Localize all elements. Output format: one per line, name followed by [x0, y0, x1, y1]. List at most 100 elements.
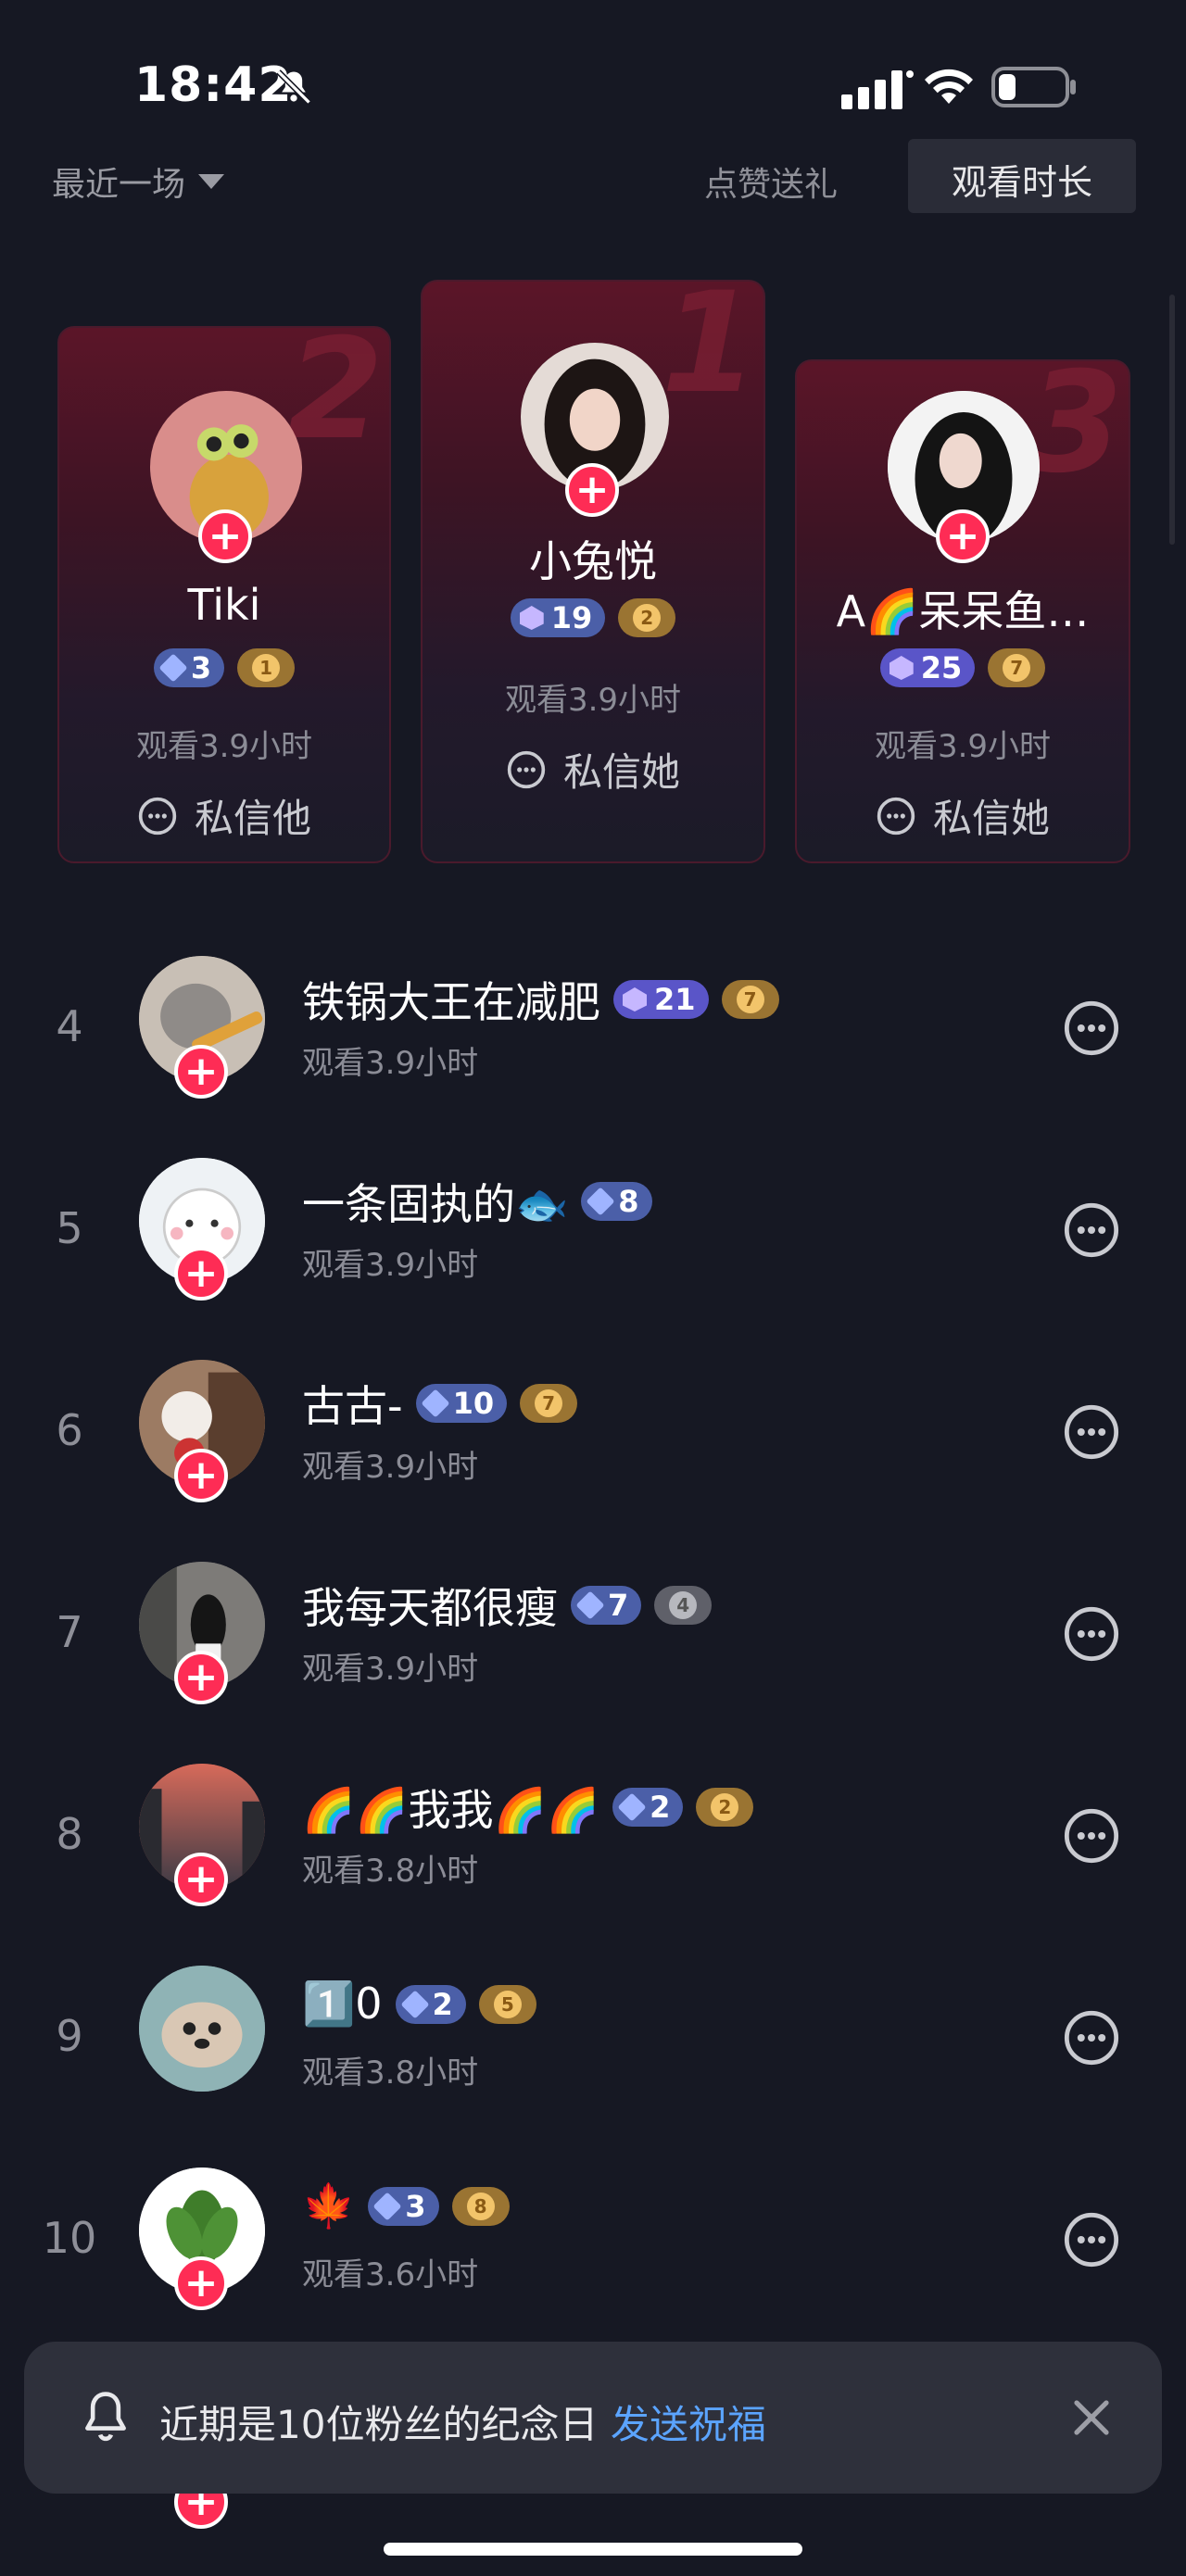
heart-icon: 7 [1003, 654, 1031, 682]
fan-badge: 5 [478, 1984, 536, 2024]
cellular-signal-icon [841, 70, 914, 109]
heart-icon: 7 [535, 1389, 563, 1417]
list-item[interactable]: 9 1️⃣0 2 5 观看3.8小时 [0, 1943, 1186, 2129]
chat-bubble-icon[interactable] [1062, 1200, 1121, 1260]
wifi-icon [925, 69, 973, 104]
dm-button[interactable]: 私信他 [59, 787, 389, 844]
follow-plus-icon[interactable]: + [174, 1651, 228, 1704]
level-badge: 25 [879, 648, 976, 687]
dm-label: 私信他 [194, 796, 311, 841]
follow-plus-icon[interactable]: + [174, 1045, 228, 1099]
heart-icon: 7 [736, 986, 764, 1013]
rank-number: 3 [1026, 359, 1123, 504]
range-dropdown[interactable]: 最近一场 [52, 157, 225, 206]
heart-icon: 4 [669, 1591, 698, 1619]
user-name: Tiki [187, 580, 261, 630]
level-badge: 21 [613, 980, 709, 1019]
level-badge: 8 [581, 1182, 652, 1221]
user-name: 🍁 [302, 2180, 356, 2230]
user-name: 古古- [302, 1381, 403, 1431]
list-item[interactable]: 10 + 🍁 3 8 观看3.6小时 [0, 2145, 1186, 2331]
list-item[interactable]: 5 + 一条固执的🐟 8 观看3.9小时 [0, 1136, 1186, 1321]
fan-badge: 7 [721, 980, 779, 1019]
watch-time: 观看3.9小时 [504, 682, 682, 719]
level-badge: 7 [571, 1586, 642, 1625]
list-item[interactable]: 6 + 古古- 10 7 观看3.9小时 [0, 1338, 1186, 1523]
watch-time: 观看3.6小时 [302, 2256, 479, 2293]
gem-icon [519, 606, 544, 630]
gem-icon [889, 656, 914, 680]
rank-number: 7 [56, 1607, 83, 1657]
rank-number: 1 [661, 280, 758, 424]
home-indicator[interactable] [384, 2543, 802, 2556]
rank-number: 4 [56, 1001, 83, 1051]
range-label: 最近一场 [52, 166, 186, 204]
follow-plus-icon[interactable]: + [174, 1853, 228, 1906]
chat-bubble-icon [138, 797, 177, 835]
dm-label: 私信她 [932, 796, 1050, 841]
user-name: A🌈呆呆鱼… [836, 586, 1090, 636]
follow-plus-icon[interactable]: + [936, 509, 990, 563]
level-badge: 3 [153, 648, 225, 687]
badge-group: 19 2 [423, 598, 763, 637]
scrollbar[interactable] [1169, 295, 1175, 545]
close-icon[interactable] [1069, 2395, 1114, 2440]
dm-button[interactable]: 私信她 [423, 741, 763, 798]
podium-card-1[interactable]: 1 + 小兔悦 19 2 观看3.9小时 私信她 [421, 280, 765, 863]
bell-slash-icon [276, 69, 311, 105]
rank-number: 8 [56, 1809, 83, 1859]
tab-likes-gifts[interactable]: 点赞送礼 [704, 157, 838, 206]
gem-icon [623, 987, 647, 1012]
chat-bubble-icon [877, 797, 915, 835]
dm-button[interactable]: 私信她 [797, 787, 1129, 844]
rank-number: 9 [56, 2011, 83, 2061]
podium-card-2[interactable]: 2 + Tiki 3 1 观看3.9小时 私信他 [57, 326, 391, 863]
level-badge: 2 [395, 1984, 466, 2024]
toast-message: 近期是10位粉丝的纪念日 [159, 2402, 599, 2447]
status-time: 18:42 [134, 57, 293, 113]
fan-badge: 2 [618, 598, 676, 637]
follow-plus-icon[interactable]: + [174, 1247, 228, 1301]
follow-plus-icon[interactable]: + [198, 509, 252, 563]
list-item[interactable]: 4 + 铁锅大王在减肥 21 7 观看3.9小时 [0, 934, 1186, 1119]
rank-number: 6 [56, 1405, 83, 1455]
watch-time: 观看3.9小时 [302, 1045, 479, 1082]
chat-bubble-icon[interactable] [1062, 999, 1121, 1058]
avatar[interactable] [139, 1966, 265, 2092]
diamond-icon [575, 1590, 605, 1620]
watch-time: 观看3.9小时 [874, 728, 1052, 765]
heart-icon: 8 [466, 2192, 495, 2220]
battery-icon [991, 67, 1076, 107]
list-item[interactable]: 8 + 🌈🌈我我🌈🌈 2 2 观看3.8小时 [0, 1741, 1186, 1927]
level-badge: 3 [368, 2186, 439, 2226]
diamond-icon [421, 1389, 450, 1418]
user-name: 1️⃣0 [302, 1979, 383, 2029]
chat-bubble-icon[interactable] [1062, 2210, 1121, 2269]
diamond-icon [617, 1792, 647, 1822]
list-item[interactable]: 7 + 我每天都很瘦 7 4 观看3.9小时 [0, 1539, 1186, 1725]
follow-plus-icon[interactable]: + [565, 463, 619, 517]
chat-bubble-icon [507, 750, 546, 788]
send-wishes-link[interactable]: 发送祝福 [611, 2402, 766, 2447]
watch-time: 观看3.8小时 [302, 2055, 479, 2092]
follow-plus-icon[interactable]: + [174, 2256, 228, 2310]
chat-bubble-icon[interactable] [1062, 1806, 1121, 1866]
tab-watch-time[interactable]: 观看时长 [908, 139, 1136, 213]
user-name: 一条固执的🐟 [302, 1179, 569, 1229]
podium-card-3[interactable]: 3 + A🌈呆呆鱼… 25 7 观看3.9小时 私信她 [795, 359, 1130, 863]
anniversary-toast[interactable]: 近期是10位粉丝的纪念日 发送祝福 [24, 2342, 1162, 2494]
user-name: 铁锅大王在减肥 [302, 977, 600, 1027]
fan-badge: 7 [520, 1384, 578, 1423]
user-name: 🌈🌈我我🌈🌈 [302, 1785, 600, 1835]
chat-bubble-icon[interactable] [1062, 1604, 1121, 1664]
watch-time: 观看3.9小时 [135, 728, 313, 765]
dm-label: 私信她 [562, 749, 680, 795]
user-name: 我每天都很瘦 [302, 1583, 558, 1633]
chat-bubble-icon[interactable] [1062, 1402, 1121, 1462]
heart-icon: 2 [711, 1793, 739, 1821]
follow-plus-icon[interactable]: + [174, 1449, 228, 1502]
user-name: 小兔悦 [529, 536, 657, 586]
chat-bubble-icon[interactable] [1062, 2008, 1121, 2067]
fan-badge: 1 [237, 648, 296, 687]
diamond-icon [399, 1989, 430, 2019]
